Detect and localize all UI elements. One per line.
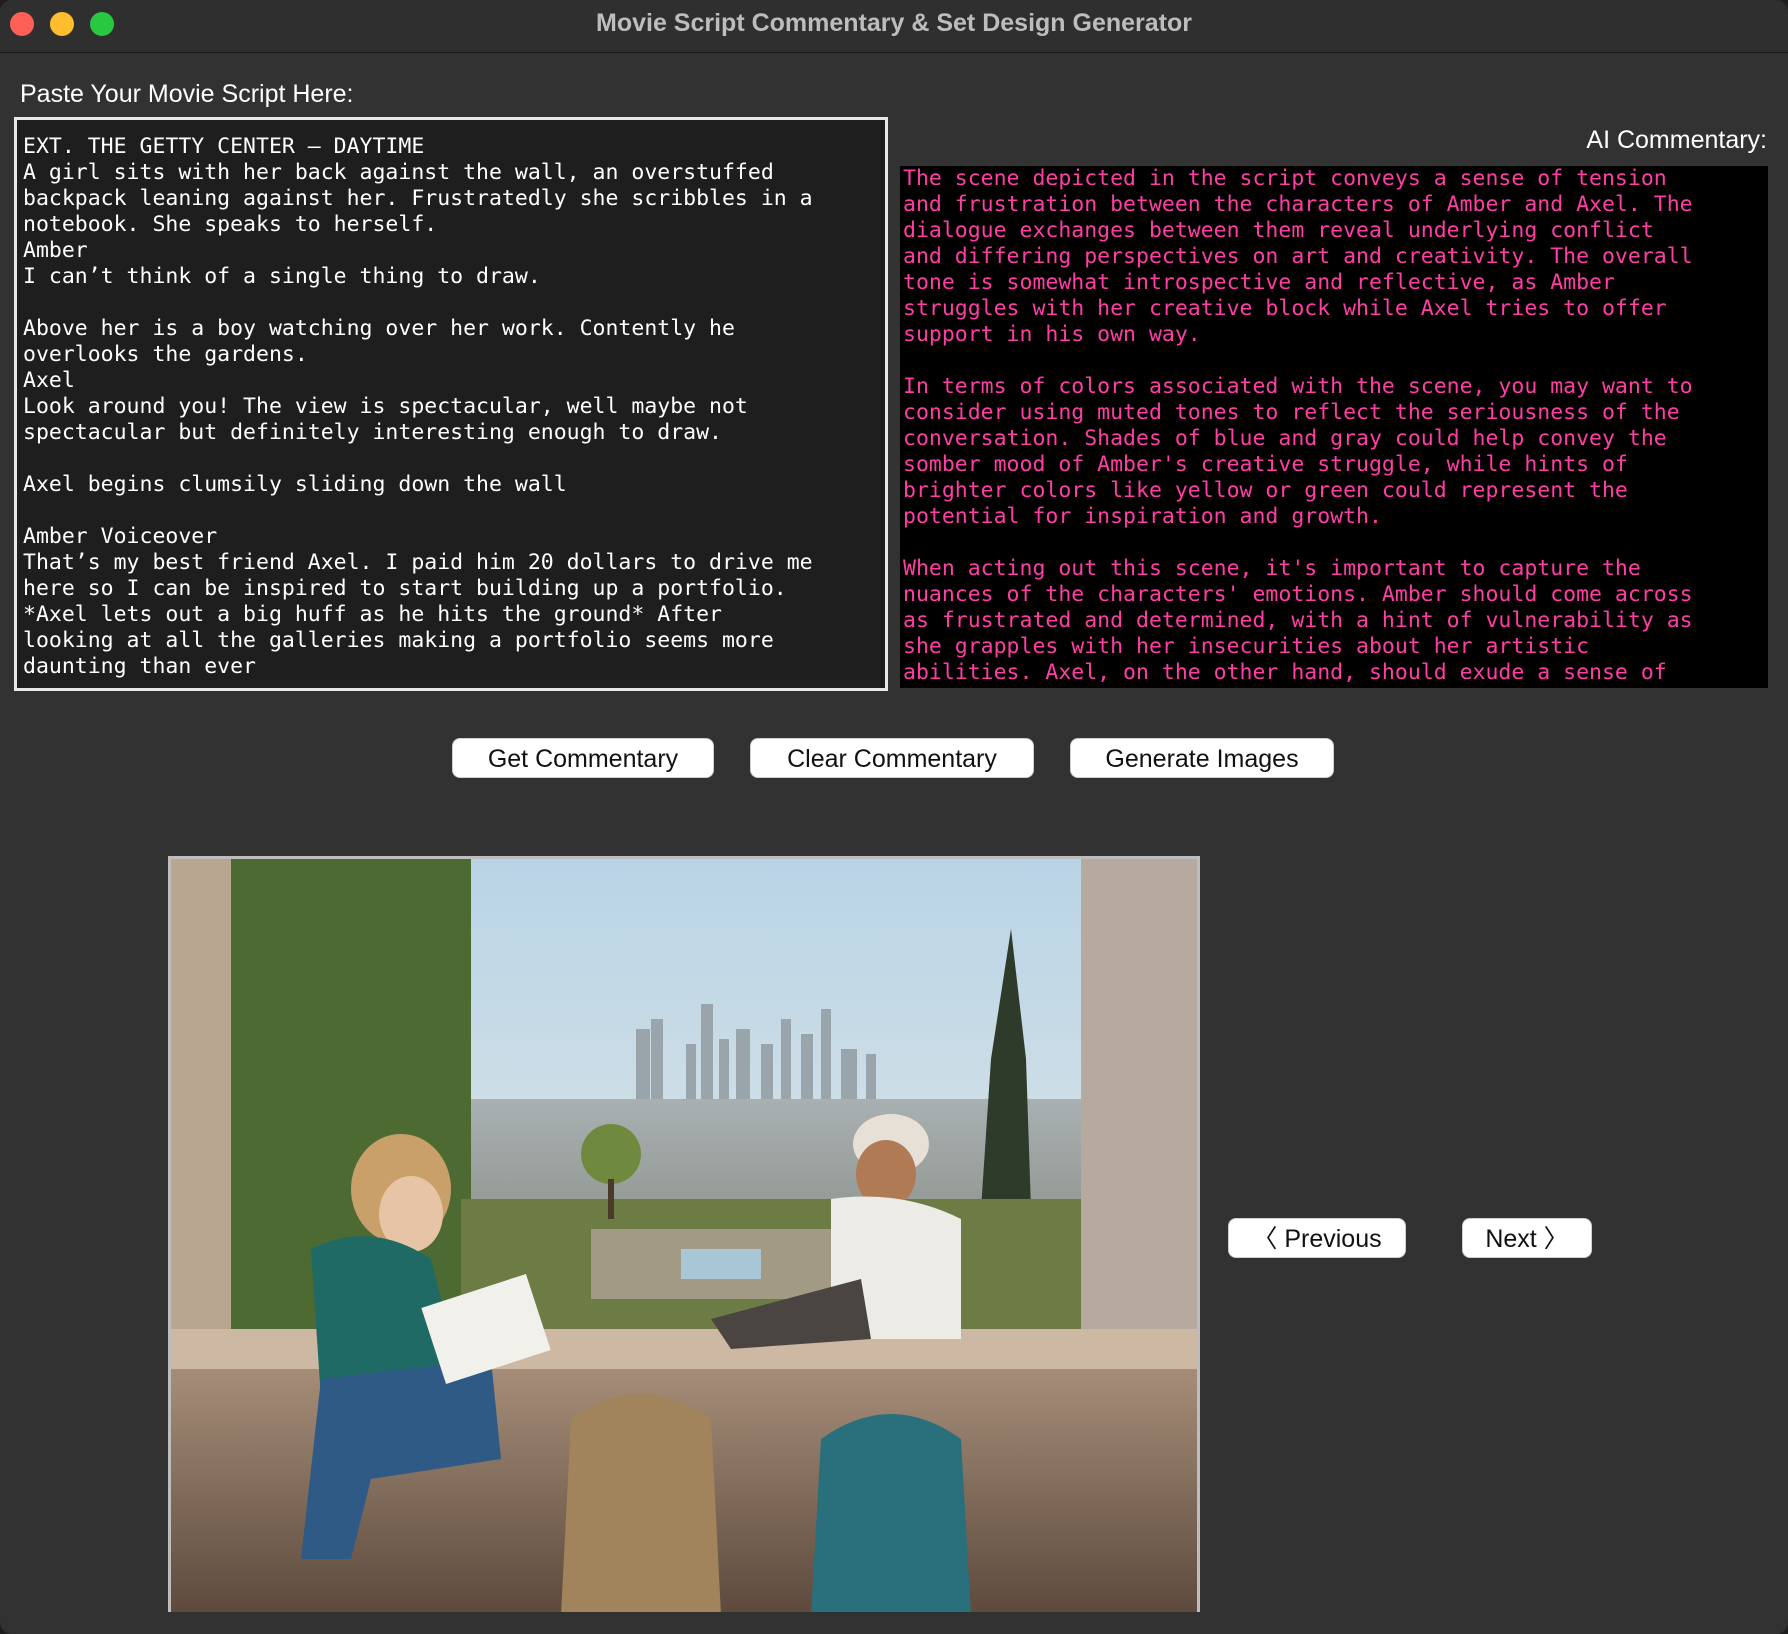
script-text-area[interactable]: EXT. THE GETTY CENTER – DAYTIME A girl s… xyxy=(14,117,888,691)
ai-commentary-text: The scene depicted in the script conveys… xyxy=(903,166,1693,685)
app-window: Movie Script Commentary & Set Design Gen… xyxy=(0,0,1788,1634)
script-text[interactable]: EXT. THE GETTY CENTER – DAYTIME A girl s… xyxy=(23,134,885,680)
get-commentary-button[interactable]: Get Commentary xyxy=(452,738,714,778)
generated-image-display xyxy=(168,856,1200,1612)
ai-commentary-output[interactable]: The scene depicted in the script conveys… xyxy=(900,166,1768,688)
script-input-label: Paste Your Movie Script Here: xyxy=(20,80,354,108)
ai-commentary-label: AI Commentary: xyxy=(1586,126,1767,154)
clear-commentary-button[interactable]: Clear Commentary xyxy=(750,738,1034,778)
generate-images-button[interactable]: Generate Images xyxy=(1070,738,1334,778)
next-image-button[interactable]: Next 〉 xyxy=(1462,1218,1592,1258)
title-bar: Movie Script Commentary & Set Design Gen… xyxy=(0,0,1788,53)
previous-image-button[interactable]: 〈 Previous xyxy=(1228,1218,1406,1258)
window-title: Movie Script Commentary & Set Design Gen… xyxy=(596,9,1192,37)
generated-scene-image xyxy=(171,859,1197,1612)
